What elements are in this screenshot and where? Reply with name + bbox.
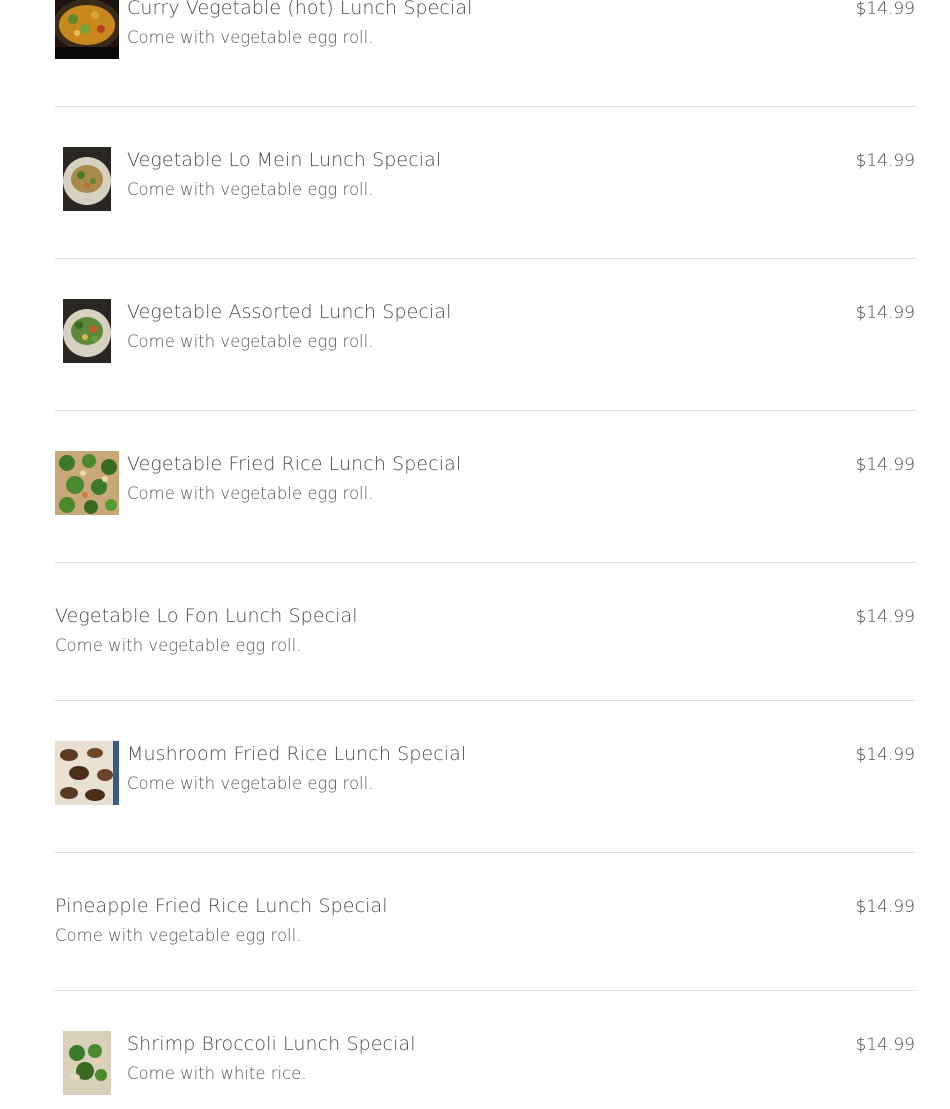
menu-item-description: Come with vegetable egg roll. xyxy=(55,926,302,945)
menu-item[interactable]: Pineapple Fried Rice Lunch Special Come … xyxy=(55,893,915,953)
menu-item-description: Come with vegetable egg roll. xyxy=(127,332,374,351)
menu-item-title: Vegetable Lo Fon Lunch Special xyxy=(55,605,358,627)
menu-item-title: Vegetable Fried Rice Lunch Special xyxy=(127,453,462,475)
menu-item-price: $14.99 xyxy=(855,455,915,475)
menu-item[interactable]: Vegetable Lo Fon Lunch Special Come with… xyxy=(55,603,915,663)
lo-mein-photo[interactable] xyxy=(55,147,119,211)
mushroom-fried-rice-photo[interactable] xyxy=(55,741,119,805)
menu-item-price: $14.99 xyxy=(855,607,915,627)
menu-item-title: Vegetable Assorted Lunch Special xyxy=(127,301,452,323)
curry-vegetable-photo[interactable] xyxy=(55,0,119,59)
menu-item-price: $14.99 xyxy=(855,151,915,171)
shrimp-broccoli-photo[interactable] xyxy=(55,1031,119,1095)
menu-item-description: Come with vegetable egg roll. xyxy=(127,774,374,793)
menu-item-price: $14.99 xyxy=(855,303,915,323)
menu-item[interactable]: Curry Vegetable (hot) Lunch Special Come… xyxy=(55,0,915,60)
divider xyxy=(55,852,915,853)
menu-item[interactable]: Vegetable Lo Mein Lunch Special Come wit… xyxy=(55,147,915,211)
menu-item[interactable]: Shrimp Broccoli Lunch Special Come with … xyxy=(55,1031,915,1095)
menu-item[interactable]: Mushroom Fried Rice Lunch Special Come w… xyxy=(55,741,915,805)
menu-item[interactable]: Vegetable Fried Rice Lunch Special Come … xyxy=(55,451,915,515)
menu-item-price: $14.99 xyxy=(855,0,915,19)
divider xyxy=(55,106,915,107)
divider xyxy=(55,990,915,991)
menu-item-price: $14.99 xyxy=(855,897,915,917)
menu-item-title: Pineapple Fried Rice Lunch Special xyxy=(55,895,388,917)
divider xyxy=(55,258,915,259)
menu-item-title: Curry Vegetable (hot) Lunch Special xyxy=(127,0,473,19)
menu-item[interactable]: Vegetable Assorted Lunch Special Come wi… xyxy=(55,299,915,363)
menu-item-title: Shrimp Broccoli Lunch Special xyxy=(127,1033,416,1055)
menu-item-price: $14.99 xyxy=(855,1035,915,1055)
assorted-vegetable-photo[interactable] xyxy=(55,299,119,363)
divider xyxy=(55,700,915,701)
divider xyxy=(55,562,915,563)
menu-item-description: Come with white rice. xyxy=(127,1064,307,1083)
menu-item-title: Vegetable Lo Mein Lunch Special xyxy=(127,149,442,171)
menu-item-description: Come with vegetable egg roll. xyxy=(127,180,374,199)
menu-item-description: Come with vegetable egg roll. xyxy=(55,636,302,655)
fried-rice-photo[interactable] xyxy=(55,451,119,515)
menu-item-title: Mushroom Fried Rice Lunch Special xyxy=(127,743,467,765)
menu-item-description: Come with vegetable egg roll. xyxy=(127,484,374,503)
menu-item-price: $14.99 xyxy=(855,745,915,765)
divider xyxy=(55,410,915,411)
menu-item-description: Come with vegetable egg roll. xyxy=(127,28,374,47)
